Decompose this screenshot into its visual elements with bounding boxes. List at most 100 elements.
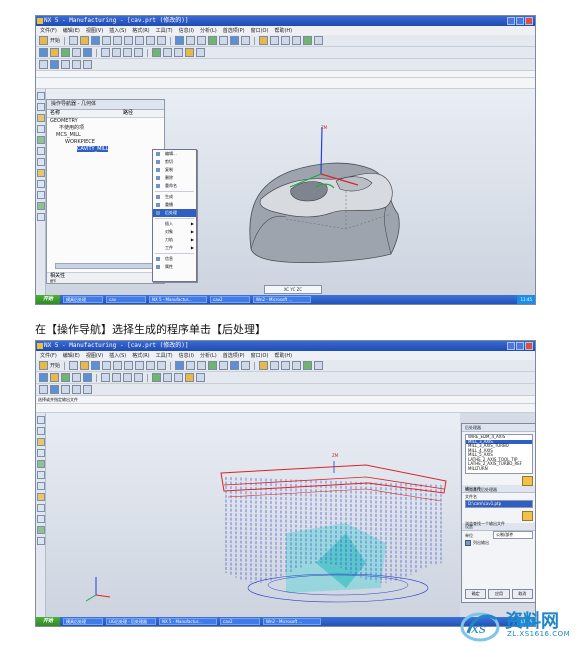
view-fit-icon[interactable]: [175, 361, 185, 370]
wireframe-icon[interactable]: [219, 36, 229, 45]
part-navigator-icon[interactable]: [37, 427, 45, 435]
roles-icon[interactable]: [37, 515, 45, 523]
wireframe-icon[interactable]: [219, 361, 229, 370]
system-materials-icon[interactable]: [37, 158, 45, 166]
tree-row-unused[interactable]: 不使用的项: [47, 125, 164, 132]
menu-help[interactable]: 帮助(H): [274, 27, 292, 34]
method-view-icon[interactable]: [134, 48, 143, 57]
menu-info[interactable]: 信息(I): [179, 27, 194, 34]
create-program-icon[interactable]: [39, 373, 48, 382]
close-button[interactable]: [525, 342, 533, 350]
ctx-generate[interactable]: 生成: [153, 193, 196, 201]
create-geometry-icon[interactable]: [61, 48, 70, 57]
postprocessor-list[interactable]: WIRE_EDM_4_AXIS MILL_3_AXIS MILL_3_AXIS_…: [465, 434, 533, 474]
snap-center-icon[interactable]: [303, 36, 313, 45]
snap-end-icon[interactable]: [281, 36, 291, 45]
task-word[interactable]: Wn2 - Microsoft ...: [253, 296, 311, 303]
create-program-icon[interactable]: [39, 48, 48, 57]
snap-end-icon[interactable]: [281, 361, 291, 370]
palette-icon[interactable]: [37, 202, 45, 210]
display-object-icon[interactable]: [50, 385, 59, 394]
filename-field[interactable]: D:\cam\cav1.ptp: [465, 500, 533, 508]
transform-object-icon[interactable]: [61, 60, 70, 69]
new-file-icon[interactable]: [69, 36, 79, 45]
menu-view[interactable]: 视图(V): [86, 352, 103, 359]
system-materials-icon[interactable]: [37, 482, 45, 490]
system-scenes-icon[interactable]: [37, 213, 45, 221]
task-nx5[interactable]: NX 5 - Manufactur...: [149, 296, 207, 303]
process-studio-icon[interactable]: [37, 180, 45, 188]
ok-button[interactable]: 确定: [465, 589, 487, 599]
maximize-button[interactable]: [516, 342, 524, 350]
replay-toolpath-icon[interactable]: [163, 373, 172, 382]
operation-navigator-icon[interactable]: [37, 438, 45, 446]
geometry-view-icon[interactable]: [123, 48, 132, 57]
ctx-delete[interactable]: 删除: [153, 174, 196, 182]
post-item[interactable]: MILLTURN: [466, 466, 532, 472]
zoom-icon[interactable]: [186, 361, 196, 370]
start-icon[interactable]: [39, 361, 48, 370]
web-browser-icon[interactable]: [37, 493, 45, 501]
start-icon[interactable]: [39, 36, 48, 45]
orient-view-icon[interactable]: [230, 36, 240, 45]
open-file-icon[interactable]: [80, 361, 90, 370]
task-word[interactable]: Wn2 - Microsoft ...: [263, 618, 321, 625]
create-operation-icon[interactable]: [83, 48, 92, 57]
shop-doc-icon[interactable]: [196, 48, 205, 57]
list-output-checkbox[interactable]: 列出输出: [462, 539, 535, 546]
verify-toolpath-icon[interactable]: [174, 48, 183, 57]
apply-button[interactable]: 应用: [488, 589, 510, 599]
snap-mid-icon[interactable]: [292, 361, 302, 370]
copy-icon[interactable]: [124, 36, 134, 45]
verify-toolpath-icon[interactable]: [174, 373, 183, 382]
reuse-library-icon[interactable]: [37, 449, 45, 457]
menu-tools[interactable]: 工具(T): [156, 352, 173, 359]
create-geometry-icon[interactable]: [61, 373, 70, 382]
web-browser-icon[interactable]: [37, 169, 45, 177]
task-cav2[interactable]: cav2: [210, 296, 250, 303]
browse-output-folder-icon[interactable]: [522, 511, 533, 521]
undo-icon[interactable]: [157, 36, 167, 45]
geometry-view-icon[interactable]: [123, 373, 132, 382]
ctx-postprocess[interactable]: 后处理: [153, 209, 196, 217]
menu-edit[interactable]: 编辑(E): [63, 352, 80, 359]
generate-toolpath-icon[interactable]: [152, 373, 161, 382]
zoom-icon[interactable]: [186, 36, 196, 45]
analysis-icon[interactable]: [314, 361, 324, 370]
menu-file[interactable]: 文件(F): [40, 27, 57, 34]
menu-insert[interactable]: 插入(S): [109, 352, 126, 359]
task-cav2[interactable]: cav2: [220, 618, 260, 625]
edit-object-icon[interactable]: [39, 385, 48, 394]
tree-row-mcs-mill[interactable]: MCS_MILL: [47, 132, 164, 139]
process-studio-icon[interactable]: [37, 504, 45, 512]
delete-object-icon[interactable]: [83, 60, 92, 69]
ctx-rename[interactable]: 重命名: [153, 182, 196, 190]
save-icon[interactable]: [91, 36, 101, 45]
program-order-view-icon[interactable]: [101, 48, 110, 57]
open-file-icon[interactable]: [80, 36, 90, 45]
cut-icon[interactable]: [113, 36, 123, 45]
menu-edit[interactable]: 编辑(E): [63, 27, 80, 34]
menu-analysis[interactable]: 分析(L): [200, 27, 217, 34]
part-navigator-icon[interactable]: [37, 103, 45, 111]
start-button[interactable]: 开始: [36, 295, 60, 304]
create-tool-icon[interactable]: [50, 373, 59, 382]
start-menu-label[interactable]: 开始: [50, 37, 60, 44]
menu-tools[interactable]: 工具(T): [156, 27, 173, 34]
ctx-cut[interactable]: 剪切: [153, 158, 196, 166]
machine-navigator-icon[interactable]: [37, 460, 45, 468]
minimize-button[interactable]: [507, 342, 515, 350]
create-method-icon[interactable]: [72, 373, 81, 382]
create-method-icon[interactable]: [72, 48, 81, 57]
paste-icon[interactable]: [135, 361, 145, 370]
reuse-library-icon[interactable]: [37, 125, 45, 133]
tree-row-cavity-mill[interactable]: CAVITY_MILL: [47, 146, 164, 153]
ctx-properties[interactable]: 属性: [153, 263, 196, 271]
cut-object-icon[interactable]: [72, 385, 81, 394]
column-name[interactable]: 名称: [47, 110, 120, 117]
tree-row-workpiece[interactable]: WORKPIECE: [47, 139, 164, 146]
menu-preferences[interactable]: 首选项(P): [223, 27, 245, 34]
ctx-replay[interactable]: 重播: [153, 201, 196, 209]
rotate-icon[interactable]: [197, 36, 207, 45]
menu-analysis[interactable]: 分析(L): [200, 352, 217, 359]
